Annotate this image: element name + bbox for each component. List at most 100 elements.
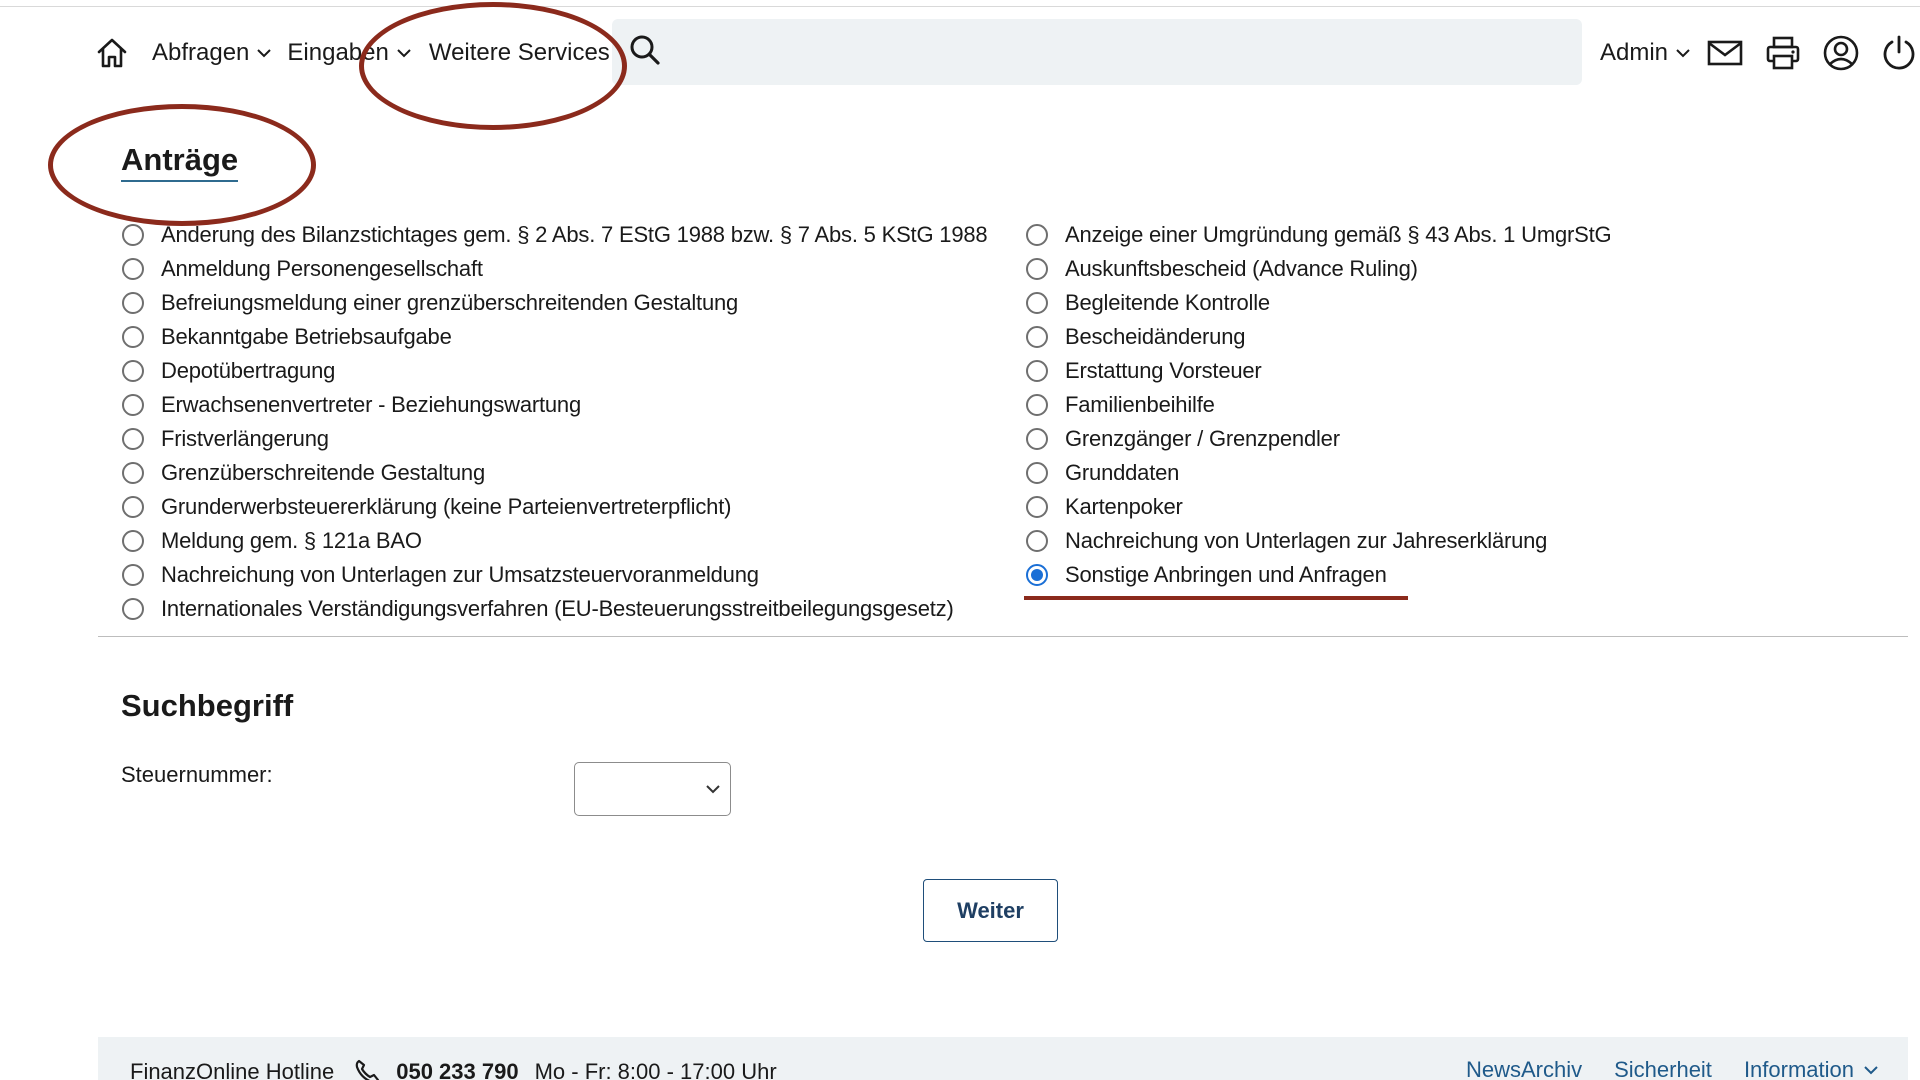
antrag-option-label: Nachreichung von Unterlagen zur Jahreser… (1065, 528, 1548, 553)
antrag-option-label: Anmeldung Personengesellschaft (161, 256, 483, 281)
antrag-option-label: Anzeige einer Umgründung gemäß § 43 Abs.… (1065, 222, 1612, 247)
antrag-option-label: Grenzüberschreitende Gestaltung (161, 460, 485, 485)
nav-abfragen[interactable]: Abfragen (152, 39, 272, 67)
antrag-option[interactable]: Depotübertragung (122, 354, 987, 388)
radio-button[interactable] (1026, 360, 1048, 382)
antrag-option-label: Änderung des Bilanzstichtages gem. § 2 A… (161, 222, 988, 247)
hotline-label: FinanzOnline Hotline (130, 1059, 335, 1080)
mail-icon[interactable] (1702, 30, 1748, 76)
nav-eingaben[interactable]: Eingaben (287, 39, 411, 67)
antrag-option[interactable]: Befreiungsmeldung einer grenzüberschreit… (122, 286, 987, 320)
radio-button[interactable] (1026, 258, 1048, 280)
nav-abfragen-label: Abfragen (152, 39, 250, 66)
radio-button[interactable] (122, 428, 144, 450)
antrag-option[interactable]: Meldung gem. § 121a BAO (122, 524, 987, 558)
weiter-button[interactable]: Weiter (923, 879, 1058, 942)
printer-icon[interactable] (1760, 30, 1806, 76)
radio-button-selected[interactable] (1026, 564, 1048, 586)
antrag-option[interactable]: Internationales Verständigungsverfahren … (122, 592, 987, 626)
antrag-option[interactable]: Bekanntgabe Betriebsaufgabe (122, 320, 987, 354)
antraege-list-right: Anzeige einer Umgründung gemäß § 43 Abs.… (1026, 218, 1612, 592)
antrag-option[interactable]: Erwachsenenvertreter - Beziehungswartung (122, 388, 987, 422)
radio-button[interactable] (1026, 462, 1048, 484)
antrag-option-label: Erstattung Vorsteuer (1065, 358, 1262, 383)
radio-button[interactable] (122, 258, 144, 280)
phone-icon (352, 1057, 382, 1080)
search-input[interactable] (662, 19, 1582, 85)
antrag-option[interactable]: Begleitende Kontrolle (1026, 286, 1611, 320)
search-bar (612, 19, 1582, 85)
section-title-suchbegriff: Suchbegriff (121, 688, 294, 723)
search-icon[interactable] (628, 33, 662, 72)
antrag-option[interactable]: Erstattung Vorsteuer (1026, 354, 1611, 388)
user-account-icon[interactable] (1818, 30, 1864, 76)
antrag-option[interactable]: Sonstige Anbringen und Anfragen (1026, 558, 1611, 592)
hotline-phone-number: 050 233 790 (396, 1059, 519, 1080)
radio-button[interactable] (122, 292, 144, 314)
home-icon[interactable] (92, 33, 132, 73)
radio-button[interactable] (1026, 530, 1048, 552)
antrag-option[interactable]: Auskunftsbescheid (Advance Ruling) (1026, 252, 1611, 286)
top-border (0, 0, 1920, 7)
antrag-option-label: Kartenpoker (1065, 494, 1183, 519)
antrag-option-label: Bekanntgabe Betriebsaufgabe (161, 324, 452, 349)
antrag-option-label: Grenzgänger / Grenzpendler (1065, 426, 1340, 451)
antrag-option-label: Auskunftsbescheid (Advance Ruling) (1065, 256, 1418, 281)
footer-link-newsarchiv[interactable]: NewsArchiv (1466, 1057, 1582, 1080)
nav-weitere-services[interactable]: Weitere Services (429, 39, 610, 67)
power-icon[interactable] (1876, 30, 1920, 76)
radio-button[interactable] (122, 462, 144, 484)
antrag-option[interactable]: Anzeige einer Umgründung gemäß § 43 Abs.… (1026, 218, 1612, 252)
footer-link-information[interactable]: Information (1744, 1057, 1878, 1080)
antrag-option[interactable]: Nachreichung von Unterlagen zur Jahreser… (1026, 524, 1611, 558)
steuernummer-label: Steuernummer: (121, 762, 273, 787)
radio-button[interactable] (1026, 292, 1048, 314)
radio-button[interactable] (122, 394, 144, 416)
radio-button[interactable] (1026, 394, 1048, 416)
radio-button[interactable] (122, 360, 144, 382)
radio-button[interactable] (122, 224, 144, 246)
radio-button[interactable] (1026, 428, 1048, 450)
radio-button[interactable] (1026, 496, 1048, 518)
nav-eingaben-label: Eingaben (287, 39, 389, 66)
footer-link-sicherheit[interactable]: Sicherheit (1614, 1057, 1712, 1080)
footer-links: NewsArchiv Sicherheit Information (1434, 1057, 1878, 1080)
header-tools: Admin (1600, 26, 1920, 80)
section-title-antraege: Anträge (121, 142, 239, 182)
antrag-option-label: Familienbeihilfe (1065, 392, 1215, 417)
antrag-option-label: Meldung gem. § 121a BAO (161, 528, 422, 553)
antrag-option[interactable]: Grunderwerbsteuererklärung (keine Partei… (122, 490, 987, 524)
admin-menu[interactable]: Admin (1600, 39, 1690, 67)
chevron-down-icon (706, 781, 720, 799)
annotation-underline-selected-option (1024, 596, 1408, 600)
chevron-down-icon (397, 48, 411, 58)
chevron-down-icon (1676, 48, 1690, 58)
antrag-option-label: Fristverlängerung (161, 426, 329, 451)
steuernummer-select[interactable] (574, 762, 731, 816)
radio-button[interactable] (122, 598, 144, 620)
radio-button[interactable] (122, 496, 144, 518)
nav-weitere-services-label: Weitere Services (428, 39, 610, 66)
antrag-option[interactable]: Grunddaten (1026, 456, 1611, 490)
section-divider (98, 636, 1908, 637)
radio-button[interactable] (1026, 326, 1048, 348)
antrag-option[interactable]: Fristverlängerung (122, 422, 987, 456)
antrag-option[interactable]: Grenzüberschreitende Gestaltung (122, 456, 987, 490)
hotline-hours: Mo - Fr: 8:00 - 17:00 Uhr (534, 1059, 777, 1080)
antrag-option[interactable]: Anmeldung Personengesellschaft (122, 252, 987, 286)
antrag-option[interactable]: Familienbeihilfe (1026, 388, 1611, 422)
antrag-option[interactable]: Änderung des Bilanzstichtages gem. § 2 A… (122, 218, 988, 252)
antrag-option[interactable]: Kartenpoker (1026, 490, 1611, 524)
antrag-option-label: Grunddaten (1065, 460, 1180, 485)
antraege-list-left: Änderung des Bilanzstichtages gem. § 2 A… (122, 218, 988, 626)
chevron-down-icon (257, 48, 272, 58)
radio-button[interactable] (1026, 224, 1048, 246)
antrag-option[interactable]: Grenzgänger / Grenzpendler (1026, 422, 1611, 456)
antrag-option-label: Befreiungsmeldung einer grenzüberschreit… (161, 290, 739, 315)
footer: FinanzOnline Hotline 050 233 790 Mo - Fr… (98, 1037, 1908, 1080)
antrag-option[interactable]: Nachreichung von Unterlagen zur Umsatzst… (122, 558, 987, 592)
radio-button[interactable] (122, 326, 144, 348)
radio-button[interactable] (122, 530, 144, 552)
radio-button[interactable] (122, 564, 144, 586)
antrag-option[interactable]: Bescheidänderung (1026, 320, 1611, 354)
